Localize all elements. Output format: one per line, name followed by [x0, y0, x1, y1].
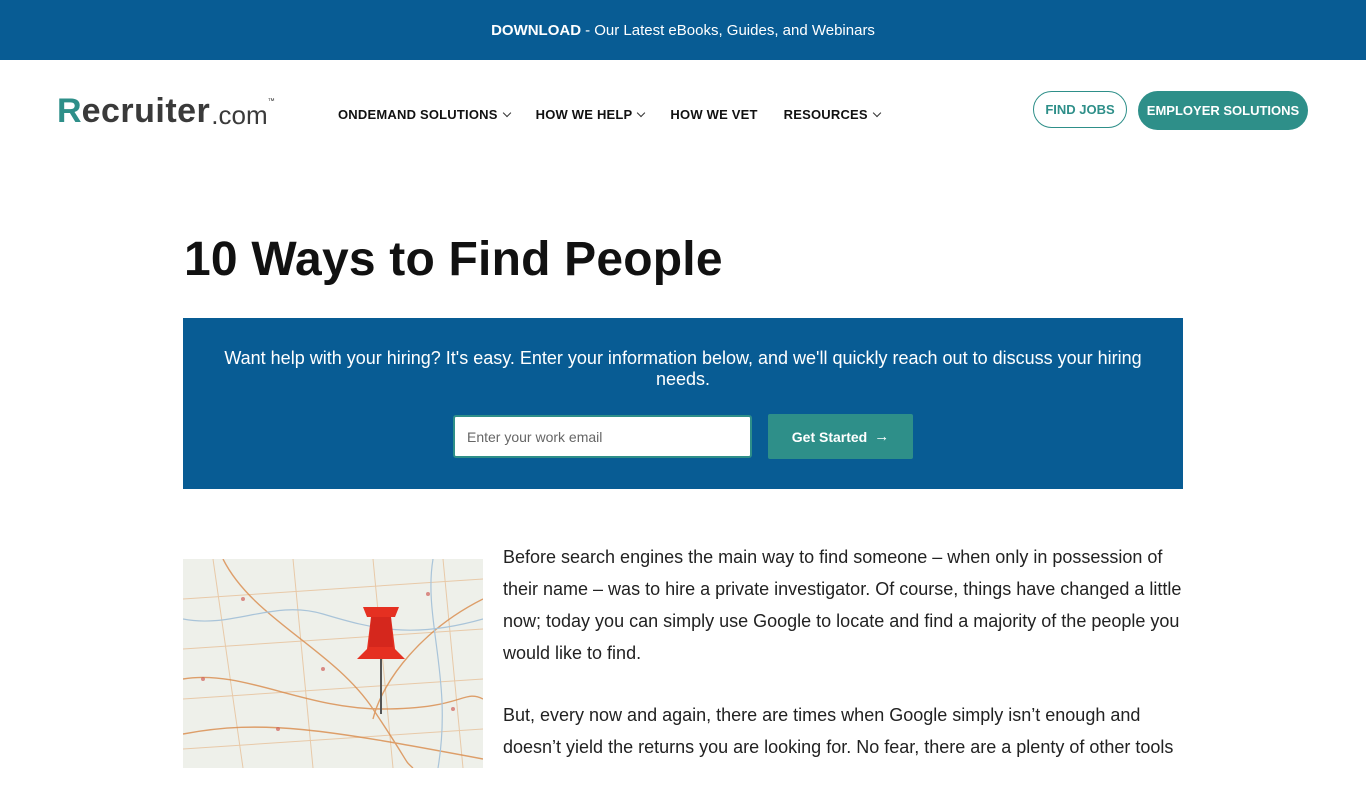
nav-item-ondemand-solutions[interactable]: ONDEMAND SOLUTIONS: [338, 107, 511, 122]
nav-item-label: HOW WE VET: [670, 107, 758, 122]
page-title: 10 Ways to Find People: [184, 233, 723, 286]
logo-wordmark: ecruiter: [81, 92, 211, 130]
chevron-down-icon: [502, 108, 511, 117]
arrow-right-icon: →: [874, 428, 890, 445]
site-logo[interactable]: Recruiter .com ™: [57, 94, 275, 128]
article-paragraph: But, every now and again, there are time…: [503, 705, 1174, 757]
cta-text: Want help with your hiring? It's easy. E…: [224, 348, 1142, 389]
nav-item-label: HOW WE HELP: [535, 107, 633, 122]
nav-item-how-we-help[interactable]: HOW WE HELP: [535, 107, 646, 122]
logo-r-mark: R: [57, 92, 82, 130]
employer-solutions-button[interactable]: EMPLOYER SOLUTIONS: [1138, 91, 1308, 130]
get-started-button[interactable]: Get Started →: [768, 414, 913, 459]
get-started-label: Get Started: [791, 428, 868, 445]
nav-item-resources[interactable]: RESOURCES: [783, 107, 882, 122]
hiring-cta-panel: Want help with your hiring? It's easy. E…: [183, 318, 1183, 489]
nav-item-label: RESOURCES: [783, 107, 868, 122]
main-nav: ONDEMAND SOLUTIONS HOW WE HELP HOW WE VE…: [338, 107, 906, 122]
logo-trademark: ™: [267, 98, 275, 105]
promo-banner[interactable]: DOWNLOAD - Our Latest eBooks, Guides, an…: [0, 0, 1366, 60]
work-email-input[interactable]: [453, 415, 752, 458]
promo-bold-label: DOWNLOAD: [491, 21, 582, 39]
article-body: Before search engines the main way to fi…: [503, 541, 1188, 793]
chevron-down-icon: [637, 108, 646, 117]
article-paragraph: Before search engines the main way to fi…: [503, 547, 1182, 663]
promo-text: - Our Latest eBooks, Guides, and Webinar…: [585, 21, 875, 39]
map-pushpin-image: [183, 559, 483, 768]
logo-suffix: .com: [211, 100, 268, 130]
chevron-down-icon: [872, 108, 882, 117]
nav-item-label: ONDEMAND SOLUTIONS: [338, 107, 498, 122]
nav-item-how-we-vet[interactable]: HOW WE VET: [670, 107, 757, 122]
find-jobs-button[interactable]: FIND JOBS: [1033, 91, 1127, 128]
